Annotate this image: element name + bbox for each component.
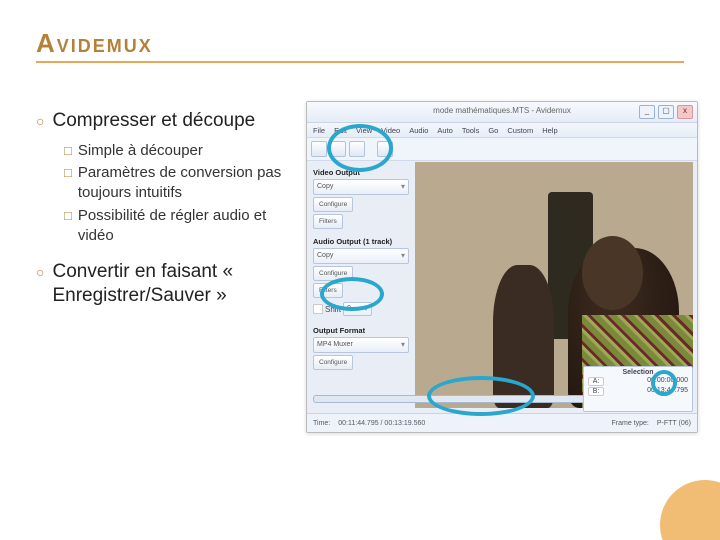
bullet-text: Paramètres de conversion pas toujours in…	[78, 163, 292, 204]
title-container: Avidemux	[36, 28, 684, 63]
output-format-label: Output Format	[313, 326, 409, 335]
mark-a-value: 00:00:00.000	[647, 377, 688, 386]
video-output-select[interactable]: Copy	[313, 179, 409, 195]
audio-output-select[interactable]: Copy	[313, 248, 409, 264]
audio-output-label: Audio Output (1 track)	[313, 237, 409, 246]
selection-panel: Selection A: 00:00:00.000 B: 00:13:44.795	[583, 366, 693, 412]
square-bullet-icon: □	[64, 165, 72, 204]
bullet-primary: ○ Convertir en faisant « Enregistrer/Sau…	[36, 260, 292, 308]
mark-b-button[interactable]: B:	[588, 387, 604, 396]
window-controls: _ ▢ x	[639, 105, 693, 119]
frame-type-label: Frame type:	[612, 420, 649, 427]
output-format-select[interactable]: MP4 Muxer	[313, 337, 409, 353]
statusbar: Time: 00:11:44.795 / 00:13:19.560 Frame …	[307, 413, 697, 432]
square-bullet-icon: □	[64, 143, 72, 161]
bullet-text: Simple à découper	[78, 141, 203, 161]
bullet-secondary: □ Simple à découper	[64, 141, 292, 161]
time-value: 00:11:44.795 / 00:13:19.560	[338, 420, 425, 427]
window-title: mode mathématiques.MTS - Avidemux	[433, 106, 571, 115]
shift-label: Shift	[325, 305, 341, 314]
menu-item[interactable]: Help	[542, 126, 557, 135]
titlebar: mode mathématiques.MTS - Avidemux _ ▢ x	[307, 102, 697, 123]
menu-item[interactable]: Audio	[409, 126, 428, 135]
video-output-label: Video Output	[313, 168, 409, 177]
filters-button[interactable]: Filters	[313, 214, 343, 229]
content-row: ○ Compresser et découpe □ Simple à décou…	[36, 101, 684, 433]
menu-item[interactable]: View	[356, 126, 372, 135]
menu-item[interactable]: Go	[488, 126, 498, 135]
slide: Avidemux ○ Compresser et découpe □ Simpl…	[0, 0, 720, 540]
timeline-track[interactable]	[313, 395, 587, 403]
info-icon[interactable]	[349, 141, 365, 157]
slide-title: Avidemux	[36, 28, 684, 59]
screenshot-column: mode mathématiques.MTS - Avidemux _ ▢ x …	[306, 101, 698, 433]
audio-filters-button[interactable]: Filters	[313, 283, 343, 298]
mark-b-value: 00:13:44.795	[647, 387, 688, 396]
timeline	[313, 388, 587, 408]
menu-item[interactable]: Video	[381, 126, 400, 135]
menu-item[interactable]: Edit	[334, 126, 347, 135]
left-panel: Video Output Copy Configure Filters Audi…	[307, 158, 415, 412]
menu-item[interactable]: Auto	[437, 126, 452, 135]
save-icon[interactable]	[330, 141, 346, 157]
square-bullet-icon: □	[64, 208, 72, 247]
menubar: File Edit View Video Audio Auto Tools Go…	[307, 123, 697, 138]
close-button[interactable]: x	[677, 105, 693, 119]
bullet-text: Convertir en faisant « Enregistrer/Sauve…	[52, 260, 292, 308]
selection-title: Selection	[588, 369, 688, 376]
menu-item[interactable]: Custom	[507, 126, 533, 135]
text-column: ○ Compresser et découpe □ Simple à décou…	[36, 101, 292, 433]
app-window: mode mathématiques.MTS - Avidemux _ ▢ x …	[306, 101, 698, 433]
configure-button[interactable]: Configure	[313, 197, 353, 212]
shift-value[interactable]: 0	[343, 302, 372, 316]
menu-item[interactable]: File	[313, 126, 325, 135]
minimize-button[interactable]: _	[639, 105, 655, 119]
calc-icon[interactable]	[377, 141, 393, 157]
shift-checkbox[interactable]	[313, 304, 323, 314]
ring-bullet-icon: ○	[36, 264, 44, 308]
bullet-text: Compresser et découpe	[52, 109, 255, 133]
bullet-secondary: □ Possibilité de régler audio et vidéo	[64, 206, 292, 247]
bullet-secondary: □ Paramètres de conversion pas toujours …	[64, 163, 292, 204]
mark-a-button[interactable]: A:	[588, 377, 604, 386]
bullet-text: Possibilité de régler audio et vidéo	[78, 206, 292, 247]
open-icon[interactable]	[311, 141, 327, 157]
maximize-button[interactable]: ▢	[658, 105, 674, 119]
audio-configure-button[interactable]: Configure	[313, 266, 353, 281]
bullet-primary: ○ Compresser et découpe	[36, 109, 292, 133]
menu-item[interactable]: Tools	[462, 126, 480, 135]
format-configure-button[interactable]: Configure	[313, 355, 353, 370]
frame-type-value: P-FTT (06)	[657, 420, 691, 427]
decorative-corner	[660, 480, 720, 540]
time-label: Time:	[313, 420, 330, 427]
ring-bullet-icon: ○	[36, 113, 44, 133]
